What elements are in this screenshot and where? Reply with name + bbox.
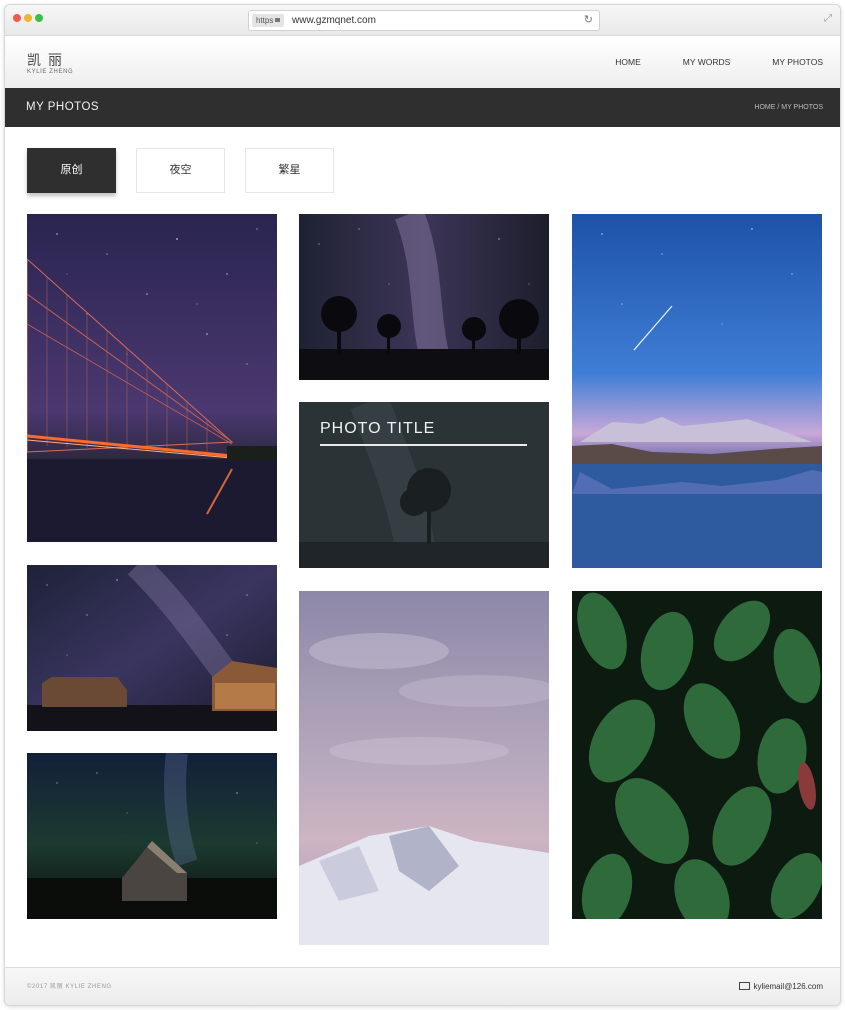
filter-stars-button[interactable]: 繁星 bbox=[245, 148, 334, 193]
main-nav: HOME MY WORDS MY PHOTOS bbox=[573, 36, 823, 88]
page-title: MY PHOTOS bbox=[26, 101, 100, 113]
photo-trees-milky-way[interactable] bbox=[299, 214, 549, 380]
copyright-text: ©2017 凯丽 KYLIE ZHENG bbox=[27, 984, 112, 990]
photo-cabins-milky-way[interactable] bbox=[27, 565, 277, 731]
browser-toolbar: https www.gzmqnet.com ↻ ⤢ bbox=[5, 5, 840, 36]
photo-mountain-lake[interactable] bbox=[572, 214, 822, 568]
url-text[interactable]: www.gzmqnet.com bbox=[292, 11, 376, 30]
address-bar[interactable]: https www.gzmqnet.com ↻ bbox=[248, 10, 600, 31]
site-header: 凯丽 KYLIE ZHENG HOME MY WORDS MY PHOTOS bbox=[5, 36, 840, 89]
photo-snowy-mountain[interactable] bbox=[299, 591, 549, 945]
photo-cabin-green-sky[interactable] bbox=[27, 753, 277, 919]
minimize-window-button[interactable] bbox=[24, 14, 32, 22]
expand-icon[interactable]: ⤢ bbox=[824, 13, 832, 25]
nav-my-words[interactable]: MY WORDS bbox=[683, 36, 731, 88]
photo-title-card[interactable]: PHOTO TITLE bbox=[299, 402, 549, 568]
https-label: https bbox=[256, 16, 274, 25]
filter-original-button[interactable]: 原创 bbox=[27, 148, 116, 193]
logo-english[interactable]: KYLIE ZHENG bbox=[27, 69, 73, 75]
filter-night-sky-button[interactable]: 夜空 bbox=[136, 148, 225, 193]
photo-bridge-night[interactable] bbox=[27, 214, 277, 542]
https-badge: https bbox=[252, 14, 285, 27]
photo-title-underline bbox=[320, 444, 527, 446]
breadcrumb-current: MY PHOTOS bbox=[781, 104, 823, 111]
browser-window: https www.gzmqnet.com ↻ ⤢ 凯丽 KYLIE ZHENG… bbox=[4, 4, 841, 1006]
lock-icon bbox=[275, 17, 281, 22]
reload-icon[interactable]: ↻ bbox=[584, 13, 593, 28]
mail-icon bbox=[738, 981, 750, 990]
close-window-button[interactable] bbox=[13, 14, 21, 22]
email-contact[interactable]: kyliemail@126.com bbox=[738, 968, 823, 1005]
nav-home[interactable]: HOME bbox=[615, 36, 641, 88]
photo-green-leaves[interactable] bbox=[572, 591, 822, 919]
logo-chinese[interactable]: 凯丽 bbox=[27, 50, 69, 70]
site-footer: ©2017 凯丽 KYLIE ZHENG kyliemail@126.com bbox=[5, 967, 840, 1005]
maximize-window-button[interactable] bbox=[35, 14, 43, 22]
breadcrumb: HOME / MY PHOTOS bbox=[754, 88, 823, 127]
email-address[interactable]: kyliemail@126.com bbox=[754, 982, 823, 991]
breadcrumb-home[interactable]: HOME bbox=[754, 104, 775, 111]
page-title-bar: MY PHOTOS HOME / MY PHOTOS bbox=[5, 88, 840, 127]
photo-title-text: PHOTO TITLE bbox=[320, 420, 436, 437]
nav-my-photos[interactable]: MY PHOTOS bbox=[772, 36, 823, 88]
